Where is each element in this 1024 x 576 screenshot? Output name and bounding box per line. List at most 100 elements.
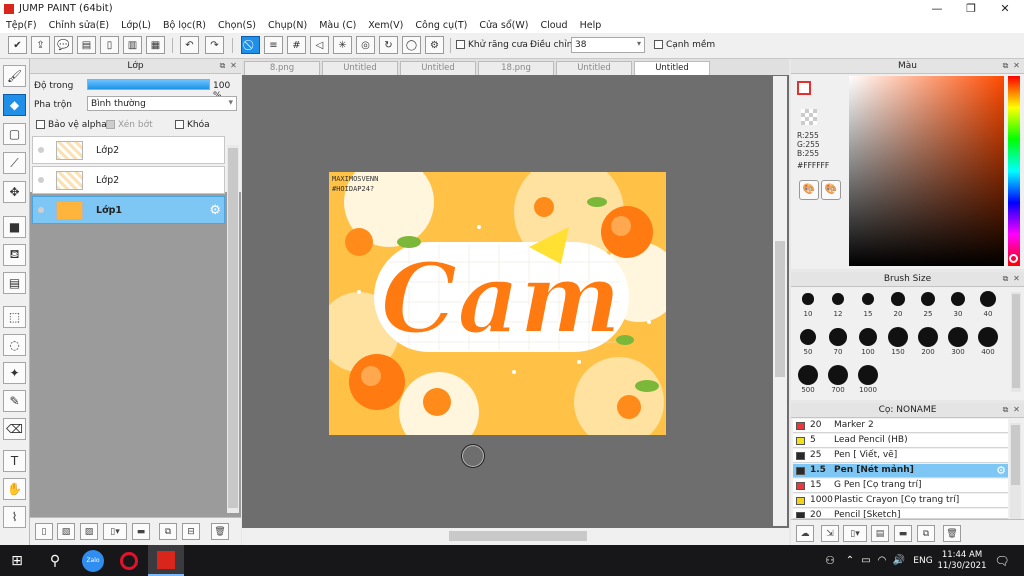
- speech-bubble-icon[interactable]: 💬: [54, 36, 73, 54]
- notifications-icon[interactable]: 🗨: [990, 545, 1014, 576]
- tab-8-png[interactable]: 8.png: [244, 61, 320, 75]
- lock-checkbox[interactable]: [175, 120, 184, 129]
- canvas-vertical-scrollbar[interactable]: [773, 76, 787, 526]
- menu-view[interactable]: Xem(V): [362, 20, 409, 31]
- menu-select[interactable]: Chọn(S): [212, 20, 262, 31]
- close-icon[interactable]: ✕: [1012, 405, 1021, 414]
- brush-size-option[interactable]: 30: [943, 289, 973, 319]
- brush-size-option[interactable]: 25: [913, 289, 943, 319]
- snap-grid-icon[interactable]: #: [287, 36, 306, 54]
- canvas-area[interactable]: 8.png Untitled Untitled 18.png Untitled …: [242, 59, 789, 545]
- new-layer-icon[interactable]: ▯: [35, 523, 53, 540]
- brush-size-option[interactable]: 40: [973, 289, 1003, 319]
- lock-toggle[interactable]: Khóa: [175, 120, 210, 130]
- brush-item-selected[interactable]: 1.5 Pen [Nét mảnh] ⚙: [793, 464, 1008, 478]
- close-icon[interactable]: ✕: [1012, 61, 1021, 70]
- battery-icon[interactable]: ▭: [858, 545, 874, 576]
- opera-app-icon[interactable]: [112, 545, 146, 576]
- tab-untitled[interactable]: Untitled: [400, 61, 476, 75]
- line-tool-icon[interactable]: ⟋: [3, 152, 26, 174]
- menu-capture[interactable]: Chụp(N): [262, 20, 313, 31]
- protect-alpha-checkbox[interactable]: [36, 120, 45, 129]
- brush-size-option[interactable]: 70: [823, 327, 853, 357]
- cloud-sync-icon[interactable]: ✔: [8, 36, 27, 54]
- merge-layer-icon[interactable]: ⊟: [182, 523, 200, 540]
- foreground-color-swatch[interactable]: [797, 81, 811, 95]
- adjust-dropdown[interactable]: 38 ▾: [571, 37, 645, 53]
- canvas-horizontal-scrollbar[interactable]: [242, 528, 789, 545]
- trash-icon[interactable]: 🗑: [211, 523, 229, 540]
- float-icon[interactable]: ⧉: [1001, 405, 1010, 414]
- eraser-tool-icon[interactable]: ◆: [3, 94, 26, 116]
- soft-edge-checkbox[interactable]: [654, 40, 663, 49]
- brush-item[interactable]: 20 Pencil [Sketch]: [793, 509, 1008, 519]
- add-layer-menu-icon[interactable]: ▯▾: [103, 523, 127, 540]
- opacity-slider[interactable]: [87, 79, 210, 90]
- lasso-select-icon[interactable]: ◌: [3, 334, 26, 356]
- brush-size-option[interactable]: 100: [853, 327, 883, 357]
- brush-size-option[interactable]: 700: [823, 365, 853, 395]
- tray-chevron-icon[interactable]: ⌃: [842, 545, 858, 576]
- duplicate-layer-icon[interactable]: ⧉: [159, 523, 177, 540]
- bucket-tool-icon[interactable]: ⛾: [3, 244, 26, 266]
- transparent-color-swatch[interactable]: [801, 109, 817, 125]
- snap-curve-icon[interactable]: ↻: [379, 36, 398, 54]
- brush-size-option[interactable]: 400: [973, 327, 1003, 357]
- tab-untitled[interactable]: Untitled: [322, 61, 398, 75]
- text-tool-icon[interactable]: T: [3, 450, 26, 472]
- close-icon[interactable]: ✕: [229, 61, 238, 70]
- close-icon[interactable]: ✕: [1012, 274, 1021, 283]
- hue-slider[interactable]: [1008, 76, 1020, 266]
- brush-item[interactable]: 15 G Pen [Cọ trang trí]: [793, 479, 1008, 493]
- select-pen-icon[interactable]: ✎: [3, 390, 26, 412]
- folder-icon[interactable]: ▬: [132, 523, 150, 540]
- brush-size-option[interactable]: 15: [853, 289, 883, 319]
- menu-file[interactable]: Tệp(F): [0, 20, 43, 31]
- tab-18-png[interactable]: 18.png: [478, 61, 554, 75]
- magic-wand-icon[interactable]: ✦: [3, 362, 26, 384]
- snap-circle-icon[interactable]: ◎: [356, 36, 375, 54]
- grid-settings-icon[interactable]: ▦: [146, 36, 165, 54]
- move-tool-icon[interactable]: ✥: [3, 181, 26, 203]
- gear-icon[interactable]: ⚙: [996, 464, 1006, 477]
- zalo-app-icon[interactable]: Zalo: [76, 545, 110, 576]
- undo-icon[interactable]: ↶: [180, 36, 199, 54]
- jumppaint-app-icon[interactable]: [148, 545, 184, 576]
- eyedropper-tool-icon[interactable]: ⌇: [3, 506, 26, 528]
- duplicate-brush-icon[interactable]: ⧉: [917, 525, 935, 542]
- tab-untitled-active[interactable]: Untitled: [634, 61, 710, 75]
- brush-size-option[interactable]: 50: [793, 327, 823, 357]
- brush-size-option[interactable]: 150: [883, 327, 913, 357]
- volume-icon[interactable]: 🔊: [891, 545, 907, 576]
- snap-ellipse-icon[interactable]: ◯: [402, 36, 421, 54]
- add-brush-menu-icon[interactable]: ▯▾: [843, 525, 867, 542]
- brush-item[interactable]: 5 Lead Pencil (HB): [793, 434, 1008, 448]
- brush-tool-icon[interactable]: 🖌: [3, 65, 26, 87]
- gradient-tool-icon[interactable]: ▤: [3, 272, 26, 294]
- snap-off-icon[interactable]: ⃠: [241, 36, 260, 54]
- brush-settings-icon[interactable]: ▤: [871, 525, 889, 542]
- language-indicator[interactable]: ENG: [908, 545, 938, 576]
- saturation-value-picker[interactable]: [849, 76, 1004, 266]
- rectangle-tool-icon[interactable]: ▢: [3, 123, 26, 145]
- protect-alpha-toggle[interactable]: Bảo vệ alpha: [36, 120, 107, 130]
- antialias-toggle[interactable]: Khử răng cưa: [456, 40, 528, 50]
- brush-size-option[interactable]: 500: [793, 365, 823, 395]
- float-icon[interactable]: ⧉: [1001, 61, 1010, 70]
- windows-start-icon[interactable]: ⊞: [0, 545, 34, 576]
- snap-perspective-icon[interactable]: ◁: [310, 36, 329, 54]
- brush-size-scrollbar[interactable]: [1011, 292, 1021, 392]
- float-icon[interactable]: ⧉: [1001, 274, 1010, 283]
- brush-size-option[interactable]: 10: [793, 289, 823, 319]
- new-raster-layer-icon[interactable]: ▧: [57, 523, 75, 540]
- redo-icon[interactable]: ↷: [205, 36, 224, 54]
- layer-row[interactable]: Lớp2: [32, 136, 225, 164]
- brush-size-option[interactable]: 1000: [853, 365, 883, 395]
- brush-item[interactable]: 25 Pen [ Viết, vẽ]: [793, 449, 1008, 463]
- search-icon[interactable]: ⚲: [38, 545, 72, 576]
- brush-resize-icon[interactable]: ⇲: [821, 525, 839, 542]
- snap-parallel-icon[interactable]: ≡: [264, 36, 283, 54]
- minimize-button[interactable]: —: [920, 0, 954, 17]
- antialias-checkbox[interactable]: [456, 40, 465, 49]
- brush-folder-icon[interactable]: ▬: [894, 525, 912, 542]
